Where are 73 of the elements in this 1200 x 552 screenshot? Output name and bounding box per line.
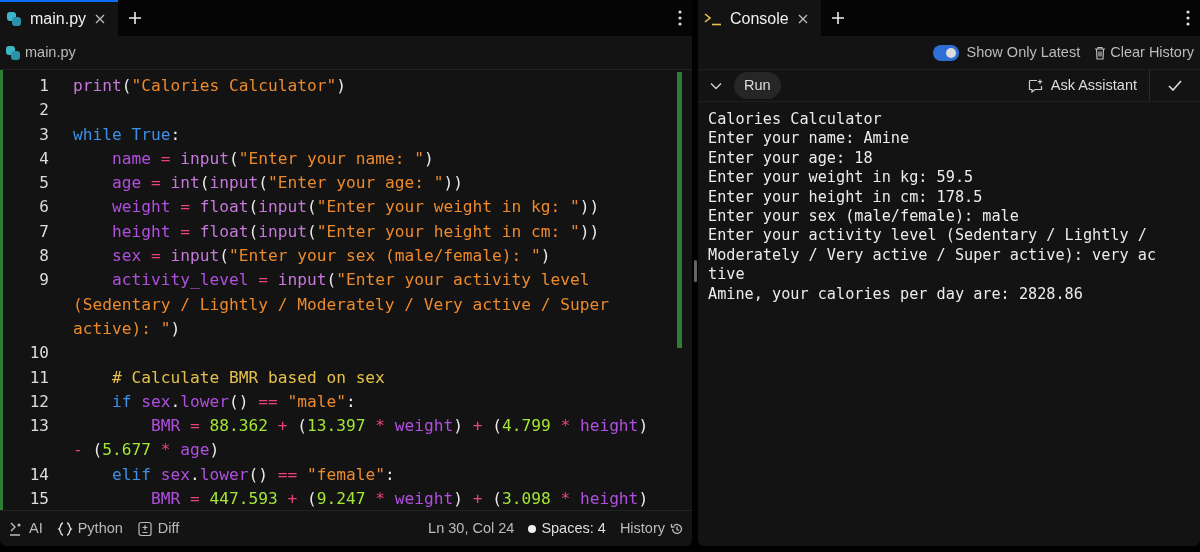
code-line: name = input("Enter your name: ") — [110, 148, 434, 168]
editor-tab[interactable]: main.py — [0, 0, 119, 36]
code-line: BMR = 447.593 + (9.247 * weight) + (3.098 * height) — [149, 489, 649, 509]
code-line: print("Calories Calculator") — [73, 76, 346, 95]
code-line: activity_level = input("Enter your activity level — [110, 270, 590, 290]
line-number: 14 — [29, 464, 49, 484]
console-output-line: Enter your name: Amine — [708, 129, 910, 148]
python-icon — [6, 11, 22, 27]
resize-handle[interactable] — [694, 260, 697, 282]
ask-assistant-button[interactable]: Ask Assistant — [1015, 70, 1150, 101]
menu-icon — [678, 10, 682, 26]
terminal-icon — [704, 12, 722, 26]
chat-icon — [1027, 78, 1043, 93]
console-output-line: Enter your age: 18 — [708, 148, 873, 167]
console-output-line: Enter your activity level (Sedentary / Lightly / — [708, 226, 1147, 245]
line-number: 6 — [39, 197, 49, 217]
diff-icon — [136, 520, 153, 537]
code-line: - (5.677 * age) — [73, 440, 220, 460]
history-icon — [670, 521, 684, 536]
code-line: active): ") — [73, 318, 181, 338]
braces-icon — [56, 520, 73, 537]
close-icon[interactable] — [796, 13, 809, 25]
plus-icon — [830, 11, 845, 25]
line-number: 3 — [39, 124, 49, 144]
console-output-line: tive — [708, 265, 745, 284]
history-button[interactable]: History — [619, 517, 684, 540]
run-button[interactable]: Run — [734, 71, 781, 100]
status-item[interactable]: AI — [8, 517, 43, 540]
trash-icon — [1094, 45, 1107, 60]
line-number: 5 — [39, 173, 49, 193]
console-output-line: Calories Calculator — [708, 110, 882, 128]
line-number: 8 — [39, 246, 49, 266]
clear-history-button[interactable]: Clear History — [1094, 41, 1194, 64]
code-line: weight = float(input("Enter your weight in kg: ")) — [110, 197, 600, 217]
line-number: 2 — [39, 100, 49, 120]
console-output-line: Enter your weight in kg: 59.5 — [708, 168, 974, 187]
breadcrumb-file[interactable]: main.py — [25, 41, 76, 64]
code-line: elif sex.lower() == "female": — [110, 464, 395, 484]
code-line: if sex.lower() == "male": — [110, 391, 356, 411]
code-line: (Sedentary / Lightly / Moderately / Very active / Super — [73, 294, 609, 314]
console-output-line: Enter your height in cm: 178.5 — [708, 187, 983, 206]
dot-icon — [528, 524, 537, 533]
toggle-switch[interactable] — [932, 44, 959, 61]
check-icon — [1168, 80, 1182, 91]
line-number: 9 — [39, 270, 49, 290]
close-icon[interactable] — [94, 13, 107, 25]
line-number: 4 — [39, 148, 49, 168]
plus-icon — [128, 11, 143, 25]
code-line: BMR = 88.362 + (13.397 * weight) + (4.799 * height) — [149, 416, 649, 436]
menu-icon — [1186, 10, 1190, 26]
indent-setting[interactable]: Spaces: 4 — [528, 517, 606, 540]
line-number: 1 — [39, 76, 49, 95]
line-number: 12 — [29, 391, 49, 411]
line-number: 15 — [29, 489, 49, 509]
console-output-line: Enter your sex (male/female): male — [708, 207, 1019, 226]
console-output-line: Moderately / Very active / Super active): very ac — [708, 245, 1157, 264]
console-tab[interactable]: Console — [698, 0, 821, 36]
line-number: 13 — [29, 416, 49, 436]
chevron-down-icon — [710, 81, 722, 90]
cursor-position[interactable]: Ln 30, Col 24 — [428, 517, 515, 540]
python-icon — [5, 44, 21, 61]
console-output-line: Amine, your calories per day are: 2828.86 — [708, 284, 1083, 303]
status-item[interactable]: Python — [56, 517, 123, 540]
code-line: age = int(input("Enter your age: ")) — [110, 173, 463, 193]
line-number: 10 — [29, 343, 49, 363]
code-line: height = float(input("Enter your height in cm: ")) — [110, 221, 600, 241]
code-line: while True: — [73, 124, 181, 144]
status-item[interactable]: Diff — [136, 517, 180, 540]
code-line: sex = input("Enter your sex (male/female): ") — [110, 246, 551, 266]
line-number: 7 — [39, 221, 49, 241]
code-line: # Calculate BMR based on sex — [110, 367, 385, 387]
toggle-label: Show Only Latest — [966, 42, 1081, 62]
line-number: 11 — [29, 367, 49, 387]
